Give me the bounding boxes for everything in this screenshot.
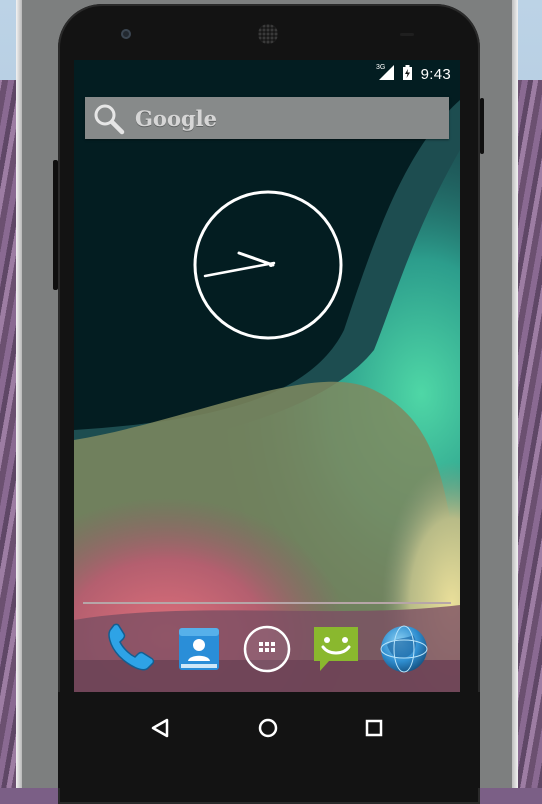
all-apps-button[interactable] bbox=[240, 623, 294, 675]
recents-icon bbox=[365, 719, 383, 737]
volume-button[interactable] bbox=[53, 160, 58, 290]
home-button[interactable] bbox=[246, 706, 290, 750]
app-drawer-icon bbox=[243, 625, 291, 673]
proximity-sensor bbox=[400, 33, 414, 36]
phone-app[interactable] bbox=[103, 623, 157, 675]
back-button[interactable] bbox=[138, 706, 182, 750]
window-frame-right bbox=[512, 0, 518, 788]
home-screen: 3G 9:43 Google bbox=[74, 60, 460, 692]
home-icon bbox=[258, 718, 278, 738]
navigation-bar bbox=[58, 692, 480, 788]
analog-clock-widget[interactable] bbox=[191, 188, 345, 342]
messaging-app[interactable] bbox=[309, 623, 363, 675]
contacts-app[interactable] bbox=[172, 623, 226, 675]
globe-icon bbox=[380, 625, 428, 673]
power-button[interactable] bbox=[480, 98, 484, 154]
minute-hand bbox=[203, 261, 276, 278]
phone-icon bbox=[108, 623, 155, 671]
browser-app[interactable] bbox=[377, 623, 431, 675]
status-bar: 3G 9:43 bbox=[74, 60, 460, 86]
google-search-bar[interactable]: Google bbox=[85, 97, 449, 139]
earpiece-speaker bbox=[258, 24, 278, 44]
recents-button[interactable] bbox=[352, 706, 396, 750]
front-camera bbox=[121, 29, 131, 39]
wallpaper bbox=[74, 60, 460, 692]
search-label: Google bbox=[135, 106, 217, 131]
battery-icon bbox=[403, 65, 412, 80]
contacts-icon bbox=[179, 628, 219, 670]
back-icon bbox=[151, 718, 169, 738]
hotseat-divider bbox=[83, 602, 451, 604]
status-time: 9:43 bbox=[420, 66, 451, 83]
search-icon bbox=[94, 104, 125, 135]
messaging-icon bbox=[314, 627, 358, 671]
signal-icon bbox=[379, 65, 394, 80]
